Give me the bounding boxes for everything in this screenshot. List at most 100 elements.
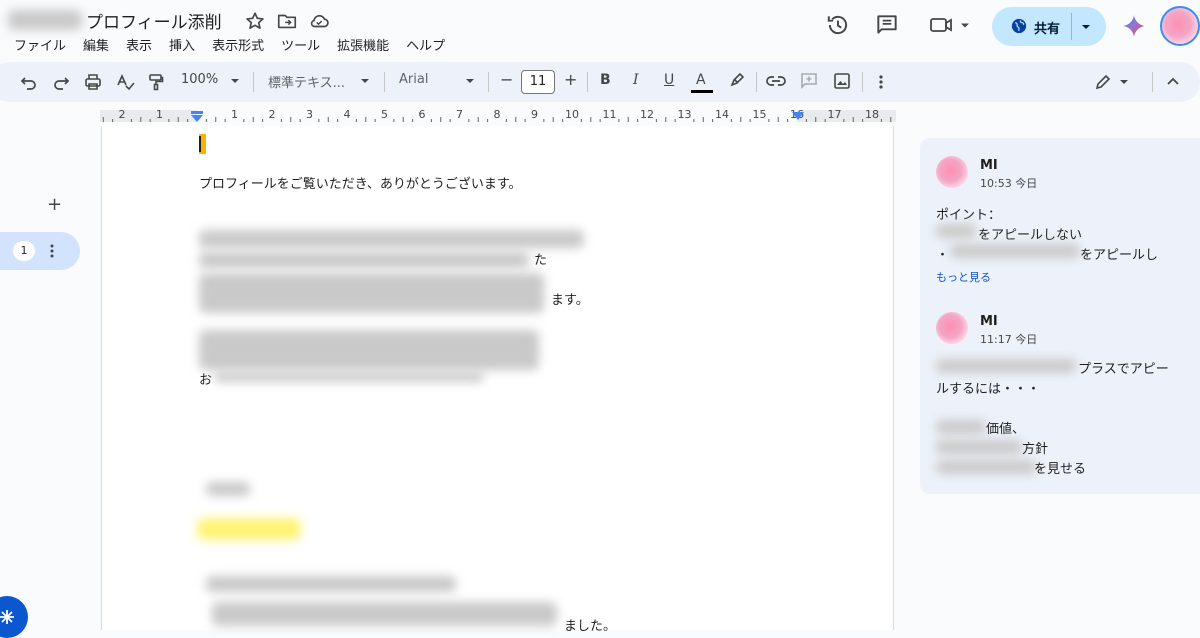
comment-text: プラスでアピー <box>1078 362 1169 377</box>
redacted-text <box>199 330 539 370</box>
italic-button[interactable]: I <box>633 72 639 88</box>
show-more-link[interactable]: もっと見る <box>936 269 991 285</box>
bold-button[interactable]: B <box>600 72 611 88</box>
font-dropdown-icon[interactable] <box>465 78 475 84</box>
toolbar-divider <box>253 72 254 92</box>
cloud-saved-icon[interactable] <box>308 10 330 32</box>
docs-header: プロフィール添削 ファイル 編集 表示 挿入 表示形式 ツール 拡張機能 ヘルプ… <box>0 0 1200 62</box>
menu-tools[interactable]: ツール <box>281 35 320 54</box>
ruler-label: 6 <box>418 108 426 121</box>
doc-text-fragment[interactable]: ます。 <box>551 289 589 308</box>
redacted-text <box>936 359 1076 373</box>
sidebar-tab-item[interactable]: 1 <box>0 232 80 270</box>
toolbar-divider <box>384 72 385 92</box>
menu-help[interactable]: ヘルプ <box>406 35 445 54</box>
paragraph-style-select[interactable]: 標準テキス... <box>268 72 345 91</box>
share-button[interactable]: 共有 <box>992 7 1106 46</box>
tab-more-icon[interactable] <box>48 243 56 259</box>
print-icon[interactable] <box>84 73 102 91</box>
ruler-label: 1 <box>231 108 238 121</box>
ruler-label: 18 <box>865 108 879 121</box>
ruler-label: 8 <box>493 108 501 121</box>
redacted-text <box>199 252 529 268</box>
undo-icon[interactable] <box>20 74 38 90</box>
account-avatar[interactable] <box>1160 6 1200 46</box>
menu-insert[interactable]: 挿入 <box>169 35 195 54</box>
font-family-select[interactable]: Arial <box>399 72 428 87</box>
star-icon[interactable] <box>244 10 266 32</box>
comment-text: をアピールしない <box>978 228 1083 243</box>
redacted-text <box>199 230 584 248</box>
style-dropdown-icon[interactable] <box>360 78 370 84</box>
doc-text-fragment[interactable]: お <box>199 369 212 388</box>
zoom-select[interactable]: 100% <box>181 72 218 87</box>
add-comment-icon[interactable] <box>800 72 818 90</box>
redacted-text <box>936 420 986 434</box>
redacted-text <box>214 372 484 382</box>
font-size-input[interactable]: 11 <box>521 70 555 94</box>
ruler-label: 1 <box>156 108 163 121</box>
menu-view[interactable]: 表示 <box>126 35 152 54</box>
add-tab-button[interactable]: + <box>47 194 62 215</box>
ruler-label: 4 <box>343 108 351 121</box>
menu-bar: ファイル 編集 表示 挿入 表示形式 ツール 拡張機能 ヘルプ <box>14 35 462 54</box>
share-divider <box>1071 13 1072 40</box>
comments-icon[interactable] <box>874 12 900 38</box>
document-title[interactable]: プロフィール添削 <box>86 8 222 33</box>
move-folder-icon[interactable] <box>276 10 298 32</box>
increase-font-size-button[interactable]: + <box>564 70 577 89</box>
text-color-button[interactable]: A <box>696 72 706 88</box>
menu-edit[interactable]: 編集 <box>83 35 109 54</box>
redo-icon[interactable] <box>52 74 70 90</box>
left-indent-marker-icon[interactable] <box>190 110 204 124</box>
document-tabs-sidebar: + 1 <box>0 126 100 638</box>
comment-text: ルするには・・・ <box>936 382 1041 397</box>
share-dropdown-icon[interactable] <box>1080 22 1092 32</box>
globe-icon <box>1011 18 1027 34</box>
doc-text-fragment[interactable]: た <box>534 249 547 268</box>
doc-text-fragment[interactable]: ました。 <box>564 615 616 634</box>
ruler-label: 14 <box>715 108 729 121</box>
document-page[interactable]: プロフィールをご覧いただき、ありがとうございます。 た ます。 お ました。 <box>101 126 894 634</box>
redacted-text <box>206 482 250 496</box>
doc-greeting-text[interactable]: プロフィールをご覧いただき、ありがとうございます。 <box>199 173 522 192</box>
redacted-text <box>199 273 544 313</box>
text-color-swatch <box>691 90 713 93</box>
ruler-label: 13 <box>677 108 692 121</box>
meet-video-icon[interactable] <box>928 12 972 38</box>
editing-mode-icon[interactable] <box>1094 73 1130 91</box>
ruler-label: 3 <box>306 108 313 121</box>
hide-menus-chevron-up-icon[interactable] <box>1166 76 1180 86</box>
highlighted-redacted-text <box>197 518 301 540</box>
insert-link-icon[interactable] <box>766 74 786 88</box>
redacted-text <box>950 244 1080 258</box>
menu-file[interactable]: ファイル <box>14 35 66 54</box>
gemini-icon[interactable] <box>1121 13 1147 39</box>
ruler-label: 15 <box>752 108 767 121</box>
ruler-label: 10 <box>565 108 579 121</box>
highlight-color-icon[interactable] <box>728 72 746 90</box>
right-indent-marker-icon[interactable] <box>792 112 804 122</box>
redacted-text <box>936 460 1036 474</box>
ruler-label: 2 <box>268 108 276 121</box>
paint-format-icon[interactable] <box>148 73 164 91</box>
caret <box>199 136 201 152</box>
comment-text: を見せる <box>1034 462 1087 477</box>
more-options-icon[interactable] <box>876 74 886 90</box>
comment-time: 11:17 今日 <box>980 333 1038 346</box>
decrease-font-size-button[interactable]: − <box>500 70 513 89</box>
insert-image-icon[interactable] <box>833 72 851 90</box>
spellcheck-icon[interactable] <box>116 73 136 91</box>
doc-icon-blurred <box>8 10 82 30</box>
menu-extensions[interactable]: 拡張機能 <box>337 35 389 54</box>
comment-avatar <box>936 156 968 188</box>
ruler-label: 9 <box>531 108 538 121</box>
version-history-icon[interactable] <box>825 12 851 38</box>
zoom-dropdown-icon[interactable] <box>230 78 240 84</box>
comment-thread-pane: MI 10:53 今日 ポイント： をアピールしない ・ をアピールし もっと見… <box>920 138 1200 494</box>
assistant-fab[interactable] <box>0 596 28 638</box>
menu-format[interactable]: 表示形式 <box>212 35 264 54</box>
underline-button[interactable]: U <box>664 72 674 88</box>
comment-author: MI <box>980 314 998 329</box>
tab-badge: 1 <box>13 241 35 261</box>
